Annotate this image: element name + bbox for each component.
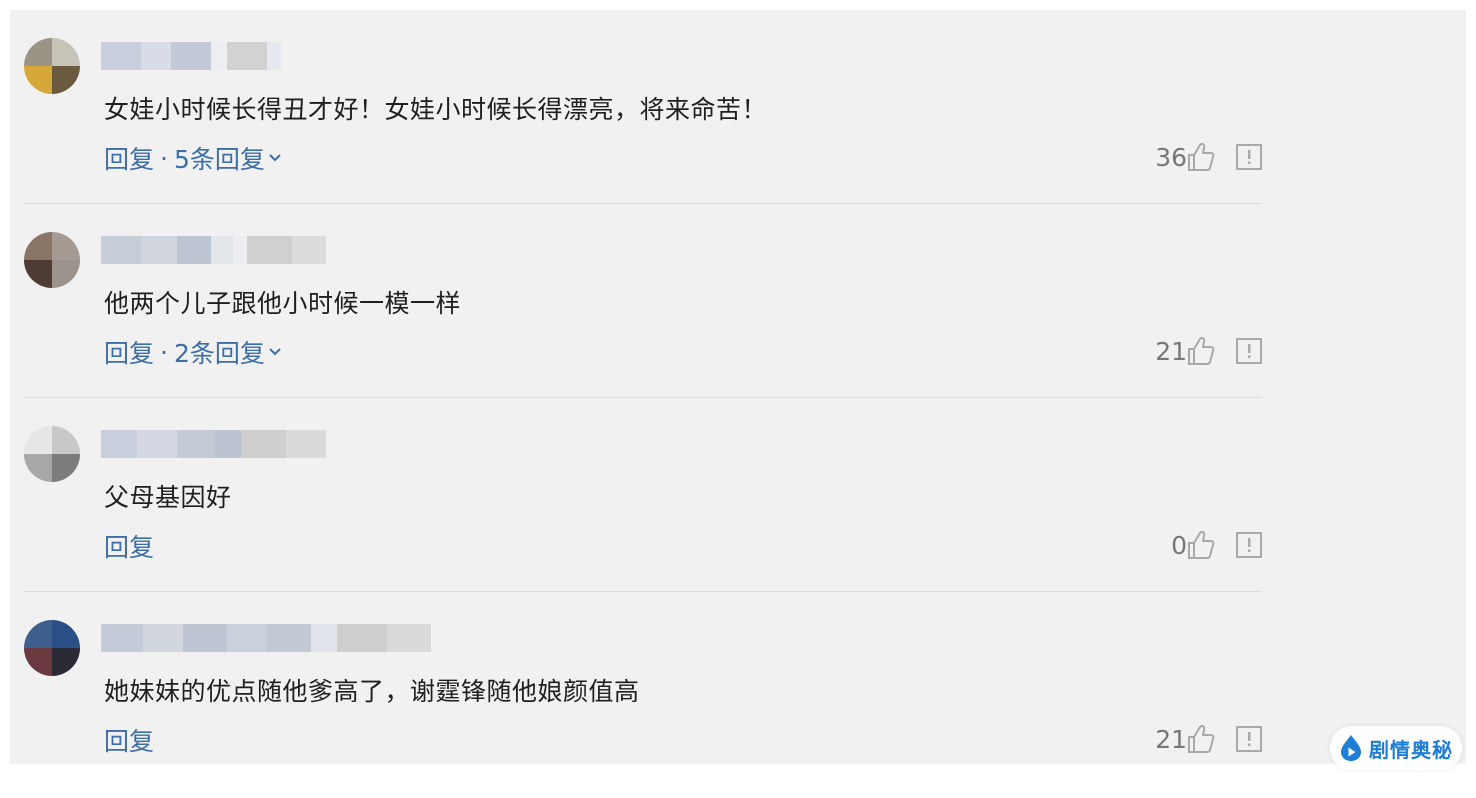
comment-text: 她妹妹的优点随他爹高了，谢霆锋随他娘颜值高 — [104, 672, 640, 708]
comment-item: 他两个儿子跟他小时候一模一样 回复 · 2条回复 21 — [24, 216, 1262, 410]
avatar[interactable] — [24, 38, 80, 94]
reply-button[interactable]: 回复 — [104, 334, 154, 370]
report-icon[interactable] — [1236, 532, 1262, 558]
report-icon[interactable] — [1236, 144, 1262, 170]
avatar[interactable] — [24, 620, 80, 676]
username-blurred[interactable] — [101, 42, 281, 70]
play-drop-icon — [1339, 734, 1363, 762]
report-icon[interactable] — [1236, 726, 1262, 752]
reply-actions: 回复 — [104, 722, 154, 758]
reply-button[interactable]: 回复 — [104, 528, 154, 564]
like-count: 21 — [1155, 334, 1187, 370]
thumbs-up-icon[interactable] — [1187, 530, 1215, 560]
reply-actions: 回复 · 5条回复 — [104, 140, 283, 176]
avatar[interactable] — [24, 232, 80, 288]
comment-text: 女娃小时候长得丑才好！女娃小时候长得漂亮，将来命苦！ — [104, 90, 767, 126]
reply-actions: 回复 — [104, 528, 154, 564]
divider — [24, 591, 1262, 592]
like-count: 36 — [1155, 140, 1187, 176]
avatar[interactable] — [24, 426, 80, 482]
view-replies-button[interactable]: 2条回复 — [174, 334, 265, 370]
username-blurred[interactable] — [101, 430, 326, 458]
comment-item: 女娃小时候长得丑才好！女娃小时候长得漂亮，将来命苦！ 回复 · 5条回复 36 — [24, 22, 1262, 216]
divider — [24, 203, 1262, 204]
reply-button[interactable]: 回复 — [104, 140, 154, 176]
comment-item: 她妹妹的优点随他爹高了，谢霆锋随他娘颜值高 回复 21 — [24, 604, 1262, 798]
view-replies-button[interactable]: 5条回复 — [174, 140, 265, 176]
comment-item: 父母基因好 回复 0 — [24, 410, 1262, 604]
username-blurred[interactable] — [101, 236, 326, 264]
username-blurred[interactable] — [101, 624, 431, 652]
watermark-text: 剧情奥秘 — [1369, 734, 1453, 763]
report-icon[interactable] — [1236, 338, 1262, 364]
reply-button[interactable]: 回复 — [104, 722, 154, 758]
thumbs-up-icon[interactable] — [1187, 336, 1215, 366]
like-count: 21 — [1155, 722, 1187, 758]
comment-text: 他两个儿子跟他小时候一模一样 — [104, 284, 461, 320]
comment-text: 父母基因好 — [104, 478, 232, 514]
watermark-badge: 剧情奥秘 — [1330, 726, 1462, 770]
divider — [24, 397, 1262, 398]
thumbs-up-icon[interactable] — [1187, 142, 1215, 172]
reply-actions: 回复 · 2条回复 — [104, 334, 283, 370]
comments-panel: 女娃小时候长得丑才好！女娃小时候长得漂亮，将来命苦！ 回复 · 5条回复 36 — [10, 10, 1466, 764]
separator: · — [160, 338, 168, 367]
chevron-down-icon[interactable] — [267, 344, 283, 360]
like-count: 0 — [1171, 528, 1187, 564]
separator: · — [160, 144, 168, 173]
thumbs-up-icon[interactable] — [1187, 724, 1215, 754]
chevron-down-icon[interactable] — [267, 150, 283, 166]
